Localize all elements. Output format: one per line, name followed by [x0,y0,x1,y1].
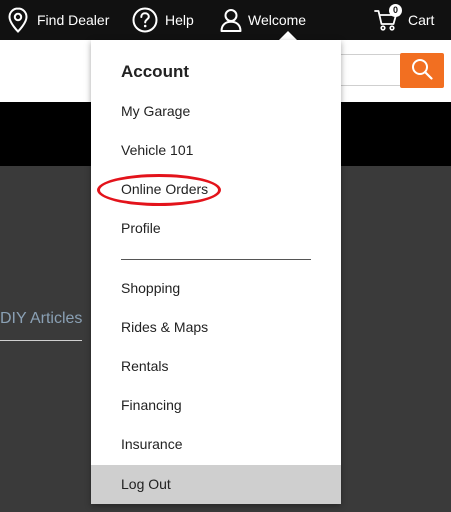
menu-item-rentals[interactable]: Rentals [91,347,341,386]
help-label: Help [165,12,194,28]
menu-item-online-orders[interactable]: Online Orders [91,170,341,209]
cart-count-badge: 0 [389,4,402,17]
menu-divider [121,259,311,260]
search-icon [411,58,433,83]
menu-item-profile[interactable]: Profile [91,209,341,248]
top-navigation-bar: Find Dealer Help Welcome 0 Cart [0,0,451,40]
help-link[interactable]: Help [132,0,194,40]
menu-item-insurance[interactable]: Insurance [91,425,341,464]
menu-item-financing[interactable]: Financing [91,386,341,425]
cart-label: Cart [408,12,435,28]
menu-item-vehicle-101[interactable]: Vehicle 101 [91,131,341,170]
find-dealer-label: Find Dealer [37,12,110,28]
question-circle-icon [132,7,158,33]
user-icon [220,8,242,32]
shopping-cart-icon: 0 [374,4,402,32]
menu-item-my-garage[interactable]: My Garage [91,92,341,131]
location-pin-icon [8,7,28,33]
welcome-label: Welcome [248,12,307,28]
menu-item-log-out[interactable]: Log Out [91,465,341,504]
menu-item-shopping[interactable]: Shopping [91,269,341,308]
menu-item-rides-maps[interactable]: Rides & Maps [91,308,341,347]
find-dealer-link[interactable]: Find Dealer [8,0,109,40]
account-menu-title: Account [121,62,189,81]
cart-link[interactable]: 0 Cart [374,0,434,40]
account-dropdown-menu: Account My Garage Vehicle 101 Online Ord… [91,40,341,504]
diy-articles-link[interactable]: DIY Articles [0,310,82,341]
search-button[interactable] [400,53,444,88]
